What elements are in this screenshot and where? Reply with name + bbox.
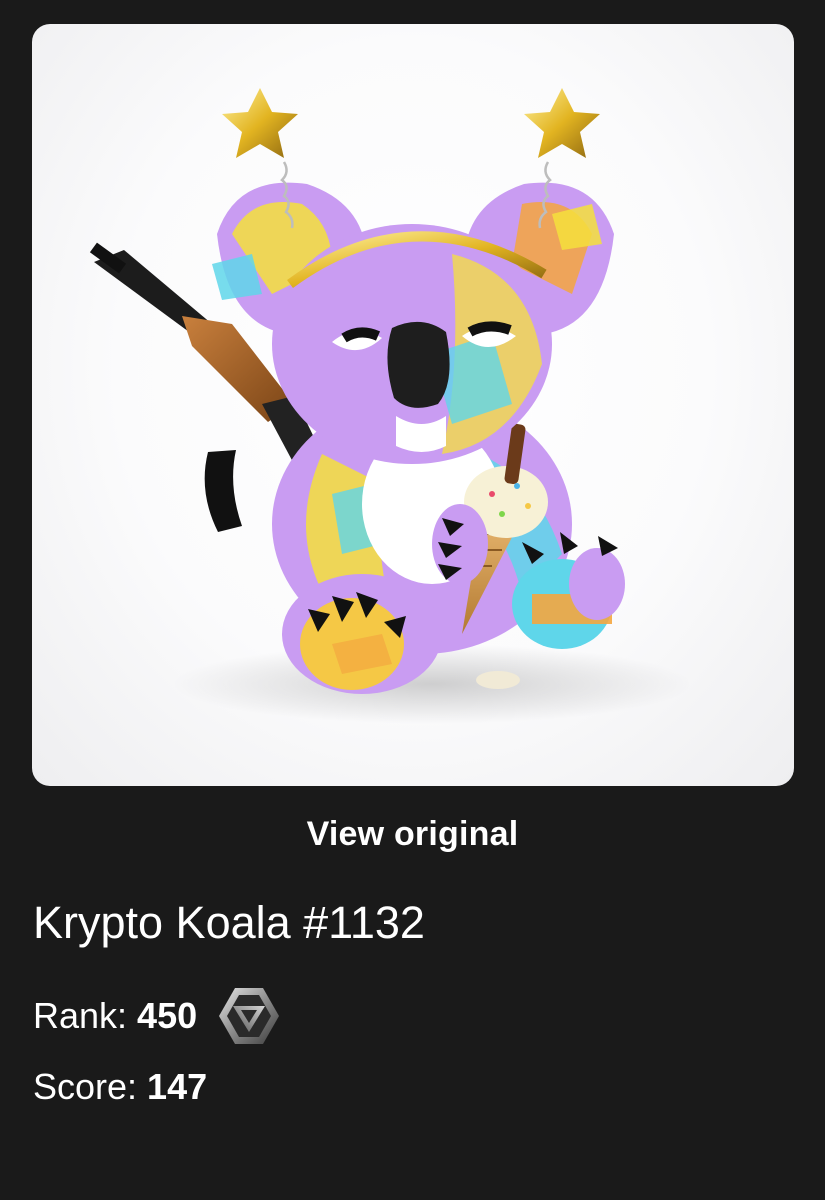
left-star-icon: [222, 88, 298, 158]
view-original-link[interactable]: View original: [0, 815, 825, 854]
koala-figurine-image: [89, 88, 692, 724]
right-star-icon: [524, 88, 600, 158]
nft-detail-page: View original Krypto Koala #1132 Rank: 4…: [0, 0, 825, 1200]
score-label: Score:: [33, 1066, 138, 1107]
score-value: 147: [147, 1066, 208, 1107]
nft-title: Krypto Koala #1132: [33, 897, 425, 948]
rank-label: Rank:: [33, 995, 128, 1036]
rank-row: Rank: 450: [33, 984, 281, 1048]
rank-value: 450: [137, 995, 198, 1036]
score-row: Score: 147: [33, 1066, 207, 1108]
silver-hexagon-badge-icon: [217, 984, 281, 1048]
nft-image[interactable]: [32, 24, 794, 786]
